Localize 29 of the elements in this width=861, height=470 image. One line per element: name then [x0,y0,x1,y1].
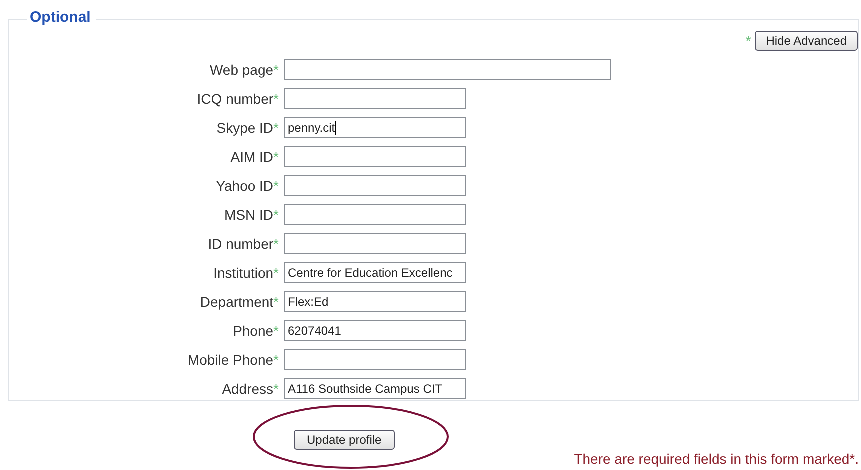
input-field[interactable] [284,175,466,196]
field-label: ID number* [207,236,279,252]
input-field[interactable] [284,59,611,80]
field-label: MSN ID* [224,206,279,222]
field-label: Mobile Phone* [186,352,279,368]
input-field[interactable] [284,146,466,167]
hide-advanced-button[interactable]: Hide Advanced [755,31,858,51]
required-marker: * [746,33,752,49]
input-field[interactable]: A116 Southside Campus CIT [284,378,466,399]
field-label: Skype ID* [216,120,279,136]
input-field[interactable] [284,88,466,109]
field-label: Institution* [212,264,279,280]
input-field[interactable] [284,204,466,225]
input-field[interactable]: 62074041 [284,320,466,341]
field-label: Yahoo ID* [215,178,279,194]
input-field[interactable]: Centre for Education Excellenc [284,262,466,283]
input-field[interactable]: penny.cit [284,117,466,138]
input-field[interactable]: Flex:Ed [284,291,466,312]
required-notice: There are required fields in this form marked*. [574,451,859,467]
field-label: Phone* [232,322,279,338]
field-label: Address* [221,380,279,396]
input-field[interactable] [284,233,466,254]
section-legend: Optional [27,9,96,26]
field-label: AIM ID* [230,148,279,164]
field-label: Web page* [208,62,279,78]
field-label: ICQ number* [196,90,279,106]
input-field[interactable] [284,349,466,370]
update-profile-button[interactable]: Update profile [294,430,395,450]
field-label: Department* [199,294,279,310]
